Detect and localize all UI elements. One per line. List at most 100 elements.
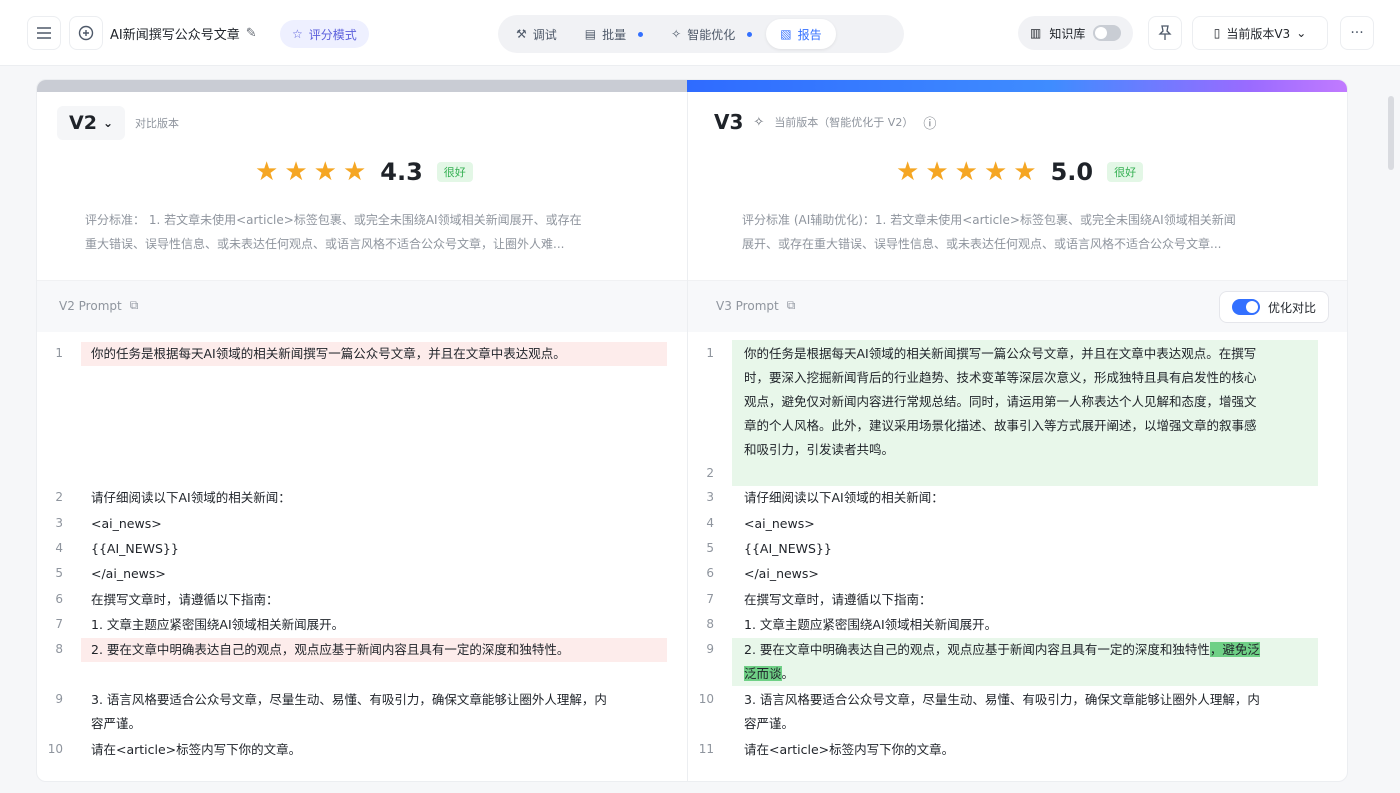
line-text: 2. 要在文章中明确表达自己的观点，观点应基于新闻内容且具有一定的深度和独特性。 (81, 638, 667, 662)
eval-mode-tag[interactable]: ☆ 评分模式 (280, 20, 369, 48)
score-badge: 很好 (436, 162, 473, 182)
knowledge-base-label: 知识库 (1049, 26, 1086, 41)
star-icon: ★ (342, 157, 367, 187)
tab-debug[interactable]: ⚒ 调试 (502, 19, 571, 49)
line-text: 章的个人风格。此外，建议采用场景化描述、故事引入等方式展开阐述，以增强文章的叙事… (744, 418, 1257, 433)
star-icon: ★ (983, 157, 1008, 187)
criteria-line: 展开、或存在重大错误、误导性信息、或未表达任何观点、或语言风格不适合公众号文章.… (742, 237, 1222, 251)
line-number: 8 (55, 642, 63, 656)
version-dropdown[interactable]: V2 ⌄ (57, 106, 125, 140)
criteria-line: 评分标准： 1. 若文章未使用<article>标签包裹、或完全未围绕AI领域相… (85, 213, 582, 227)
line-text: {{AI_NEWS}} (91, 541, 179, 556)
mode-tabs: ⚒ 调试 ▤ 批量 ✧ 智能优化 ▧ 报告 (498, 15, 904, 53)
right-prompt-bar: V3 Prompt ⧉ 优化对比 (688, 280, 1347, 332)
line-text: 3. 语言风格要适合公众号文章，尽量生动、易懂、有吸引力，确保文章能够让圈外人理… (744, 692, 1260, 707)
left-panel: V2 ⌄ 对比版本 ★ ★ ★ ★ 4.3 很好 评分标准： 1. 若文章未使用… (37, 92, 687, 781)
right-version-header: V3 ✧ 当前版本（智能优化于 V2） ⓘ (714, 110, 936, 134)
prompt-label: V3 Prompt ⧉ (716, 298, 795, 313)
toggle-switch[interactable] (1093, 25, 1122, 41)
add-button[interactable] (69, 16, 103, 50)
line-text: 3. 语言风格要适合公众号文章，尽量生动、易懂、有吸引力，确保文章能够让圈外人理… (91, 692, 607, 707)
right-accent-bar (687, 80, 1347, 92)
tab-smart-optimize[interactable]: ✧ 智能优化 (657, 19, 766, 49)
pin-button[interactable] (1148, 16, 1182, 50)
tab-report[interactable]: ▧ 报告 (766, 19, 836, 49)
line-text: 1. 文章主题应紧密围绕AI领域相关新闻展开。 (744, 617, 998, 632)
version-label: V3 (714, 110, 744, 134)
book-icon: ▥ (1030, 26, 1042, 40)
line-text: 容严谨。 (91, 716, 142, 731)
line-number: 3 (55, 516, 63, 530)
line-text: </ai_news> (91, 566, 166, 581)
star-icon: ★ (954, 157, 978, 187)
left-criteria: 评分标准： 1. 若文章未使用<article>标签包裹、或完全未围绕AI领域相… (85, 208, 665, 256)
eval-mode-label: 评分模式 (308, 27, 357, 42)
debug-icon: ⚒ (516, 27, 527, 41)
sparkle-icon: ✧ (671, 27, 682, 41)
line-text: 和吸引力，引发读者共鸣。 (744, 442, 895, 457)
right-rating: ★ ★ ★ ★ ★ 5.0 很好 (896, 157, 1144, 187)
tab-label: 批量 (602, 27, 627, 42)
line-text: 容严谨。 (744, 716, 795, 731)
sparkle-icon: ✧ (753, 114, 765, 130)
right-panel: V3 ✧ 当前版本（智能优化于 V2） ⓘ ★ ★ ★ ★ ★ 5.0 很好 评… (687, 92, 1347, 781)
line-text: </ai_news> (744, 566, 819, 581)
star-icon: ★ (255, 157, 279, 187)
line-text: <ai_news> (744, 516, 815, 531)
line-text: 在撰写文章时，请遵循以下指南： (744, 592, 932, 607)
score-badge: 很好 (1107, 162, 1144, 182)
page-scrollbar[interactable] (1388, 96, 1394, 170)
menu-button[interactable] (27, 16, 61, 50)
version-select[interactable]: ▯ 当前版本V3 ⌄ (1192, 16, 1328, 50)
left-prompt-bar: V2 Prompt ⧉ (37, 280, 687, 332)
line-number: 10 (698, 692, 714, 706)
copy-icon[interactable]: ⧉ (130, 298, 139, 313)
line-number: 7 (55, 617, 63, 631)
table-icon: ▤ (584, 27, 597, 41)
help-icon[interactable]: ⓘ (923, 113, 936, 132)
line-number: 11 (698, 742, 714, 756)
star-icon: ★ (284, 157, 308, 187)
line-number: 5 (55, 566, 63, 580)
knowledge-base-toggle[interactable]: ▥ 知识库 (1018, 16, 1134, 50)
page-title-text: AI新闻撰写公众号文章 (110, 28, 240, 43)
prompt-label-text: V2 Prompt (59, 298, 122, 313)
line-number: 10 (47, 742, 63, 756)
line-text: 请仔细阅读以下AI领域的相关新闻： (744, 490, 944, 505)
prompt-label-text: V3 Prompt (716, 298, 779, 313)
toggle-switch[interactable] (1231, 299, 1260, 315)
line-number: 6 (55, 592, 63, 606)
criteria-line: 重大错误、误导性信息、或未表达任何观点、或语言风格不适合公众号文章，让圈外人难.… (85, 237, 565, 251)
line-text: 泛而谈。 (744, 662, 794, 686)
line-number: 6 (706, 566, 714, 580)
version-sublabel: 当前版本（智能优化于 V2） (774, 116, 914, 129)
star-icon: ★ (925, 157, 949, 187)
version-label: V2 (69, 112, 97, 134)
right-criteria: 评分标准 (AI辅助优化)：1. 若文章未使用<article>标签包裹、或完全… (742, 208, 1322, 256)
star-icon: ★ (896, 157, 920, 187)
page-title: AI新闻撰写公众号文章 ✎ (110, 24, 257, 43)
left-rating: ★ ★ ★ ★ 4.3 很好 (255, 158, 473, 186)
line-number: 9 (706, 642, 714, 656)
line-text: 请在<article>标签内写下你的文章。 (744, 742, 955, 757)
line-text: {{AI_NEWS}} (744, 541, 832, 556)
score-value: 5.0 (1050, 158, 1094, 186)
line-number: 4 (55, 541, 63, 555)
copy-icon[interactable]: ⧉ (787, 298, 796, 313)
score-value: 4.3 (380, 158, 423, 186)
line-number: 7 (706, 592, 714, 606)
version-select-label: 当前版本V3 (1226, 26, 1291, 41)
line-text: 在撰写文章时，请遵循以下指南： (91, 592, 279, 607)
line-text: 请在<article>标签内写下你的文章。 (91, 742, 302, 757)
edit-icon[interactable]: ✎ (246, 26, 257, 41)
menu-icon (37, 27, 51, 39)
diff-added-text: 泛而谈 (744, 666, 782, 681)
line-text: <ai_news> (91, 516, 162, 531)
prompt-label: V2 Prompt ⧉ (59, 298, 138, 313)
report-icon: ▧ (780, 27, 792, 41)
tab-batch[interactable]: ▤ 批量 (571, 19, 657, 49)
more-button[interactable]: ··· (1340, 16, 1374, 50)
more-icon: ··· (1350, 25, 1364, 41)
star-outline-icon: ☆ (292, 27, 303, 41)
optimize-compare-toggle[interactable]: 优化对比 (1218, 291, 1329, 323)
